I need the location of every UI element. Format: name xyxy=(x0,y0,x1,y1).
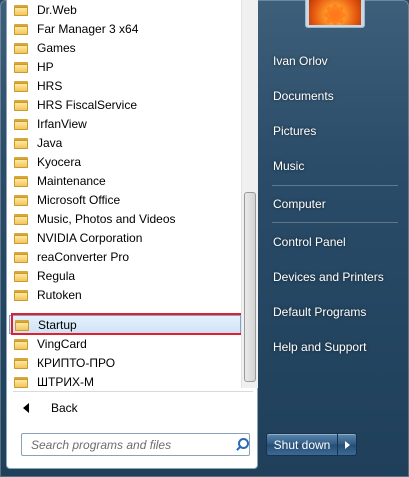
item-label: Far Manager 3 x64 xyxy=(37,21,139,36)
item-label: NVIDIA Corporation xyxy=(37,230,143,245)
item-label: IrfanView xyxy=(37,116,87,131)
item-label: ШТРИХ-М xyxy=(37,374,94,389)
back-button[interactable]: Back xyxy=(13,397,253,419)
divider xyxy=(272,222,398,223)
link-documents[interactable]: Documents xyxy=(266,82,402,110)
link-help-support[interactable]: Help and Support xyxy=(266,333,402,361)
folder-icon xyxy=(14,4,28,16)
link-label: Pictures xyxy=(273,124,317,138)
arrow-left-icon xyxy=(23,403,29,413)
item-label: VingCard xyxy=(37,336,87,351)
back-label: Back xyxy=(51,401,78,415)
item-label: Maintenance xyxy=(37,173,106,188)
folder-icon xyxy=(14,99,28,111)
folder-icon xyxy=(14,118,28,130)
list-item-java[interactable]: Java xyxy=(9,133,241,152)
link-devices-printers[interactable]: Devices and Printers xyxy=(266,263,402,291)
avatar[interactable] xyxy=(309,0,361,25)
programs-pane: Dr.Web Far Manager 3 x64 Games HP HRS HR… xyxy=(6,0,258,469)
folder-icon xyxy=(14,338,28,350)
list-item-kyocera[interactable]: Kyocera xyxy=(9,152,241,171)
folder-icon xyxy=(14,156,28,168)
link-label: Ivan Orlov xyxy=(273,54,328,68)
folder-icon xyxy=(14,232,28,244)
divider xyxy=(272,185,398,186)
folder-icon xyxy=(14,194,28,206)
list-item-irfanview[interactable]: IrfanView xyxy=(9,114,241,133)
search-box[interactable] xyxy=(21,433,250,456)
search-input[interactable] xyxy=(29,436,230,453)
scroll-thumb[interactable] xyxy=(244,192,256,382)
list-item-dr-web[interactable]: Dr.Web xyxy=(9,0,241,19)
item-label: Dr.Web xyxy=(37,2,77,17)
folder-icon xyxy=(14,270,28,282)
list-item-hrs[interactable]: HRS xyxy=(9,76,241,95)
shutdown-label: Shut down xyxy=(273,437,331,452)
program-list-scrollbar[interactable] xyxy=(241,0,258,388)
list-item-shtrih-m[interactable]: ШТРИХ-М xyxy=(9,372,241,388)
folder-icon xyxy=(14,289,28,301)
folder-icon xyxy=(14,213,28,225)
folder-icon xyxy=(14,80,28,92)
link-music[interactable]: Music xyxy=(266,152,402,180)
link-label: Documents xyxy=(273,89,334,103)
link-label: Control Panel xyxy=(273,235,346,249)
link-user-name[interactable]: Ivan Orlov xyxy=(266,47,402,75)
list-item-nvidia[interactable]: NVIDIA Corporation xyxy=(9,228,241,247)
link-computer[interactable]: Computer xyxy=(266,190,402,218)
list-item-vingcard[interactable]: VingCard xyxy=(9,334,241,353)
list-item-hrs-fiscalservice[interactable]: HRS FiscalService xyxy=(9,95,241,114)
link-label: Music xyxy=(273,159,305,173)
start-menu: Dr.Web Far Manager 3 x64 Games HP HRS HR… xyxy=(0,0,409,477)
user-picture-frame xyxy=(305,0,365,28)
list-item-microsoft-office[interactable]: Microsoft Office xyxy=(9,190,241,209)
selection-highlight-box xyxy=(11,313,247,335)
link-label: Help and Support xyxy=(273,340,367,354)
item-label: Regula xyxy=(37,268,76,283)
folder-icon xyxy=(14,42,28,54)
item-label: Microsoft Office xyxy=(37,192,121,207)
folder-icon xyxy=(14,376,28,388)
item-label: Music, Photos and Videos xyxy=(37,211,176,226)
list-item-reaconverter[interactable]: reaConverter Pro xyxy=(9,247,241,266)
divider xyxy=(13,391,253,392)
item-label: Kyocera xyxy=(37,154,82,169)
shutdown-group: Shut down xyxy=(266,433,357,456)
list-item-hp[interactable]: HP xyxy=(9,57,241,76)
link-control-panel[interactable]: Control Panel xyxy=(266,228,402,256)
link-label: Computer xyxy=(273,197,326,211)
list-item-regula[interactable]: Regula xyxy=(9,266,241,285)
item-label: HRS FiscalService xyxy=(37,97,138,112)
folder-icon xyxy=(14,23,28,35)
folder-icon xyxy=(14,175,28,187)
item-label: Java xyxy=(37,135,63,150)
folder-icon xyxy=(14,251,28,263)
item-label: Games xyxy=(37,40,76,55)
item-label: HRS xyxy=(37,78,63,93)
link-pictures[interactable]: Pictures xyxy=(266,117,402,145)
list-item-kripto-pro[interactable]: КРИПТО-ПРО xyxy=(9,353,241,372)
list-item-maintenance[interactable]: Maintenance xyxy=(9,171,241,190)
shutdown-button[interactable]: Shut down xyxy=(266,433,338,456)
shutdown-options-button[interactable] xyxy=(338,433,357,456)
item-label: HP xyxy=(37,59,54,74)
item-label: КРИПТО-ПРО xyxy=(37,355,116,370)
list-item-music-photos-videos[interactable]: Music, Photos and Videos xyxy=(9,209,241,228)
folder-icon xyxy=(14,61,28,73)
link-label: Devices and Printers xyxy=(273,270,384,284)
list-item-games[interactable]: Games xyxy=(9,38,241,57)
search-icon[interactable] xyxy=(233,437,250,453)
arrow-right-icon xyxy=(344,440,350,449)
item-label: Rutoken xyxy=(37,287,82,302)
list-item-rutoken[interactable]: Rutoken xyxy=(9,285,241,304)
item-label: reaConverter Pro xyxy=(37,249,130,264)
list-item-far-manager[interactable]: Far Manager 3 x64 xyxy=(9,19,241,38)
folder-icon xyxy=(14,357,28,369)
link-label: Default Programs xyxy=(273,305,367,319)
folder-icon xyxy=(14,137,28,149)
link-default-programs[interactable]: Default Programs xyxy=(266,298,402,326)
